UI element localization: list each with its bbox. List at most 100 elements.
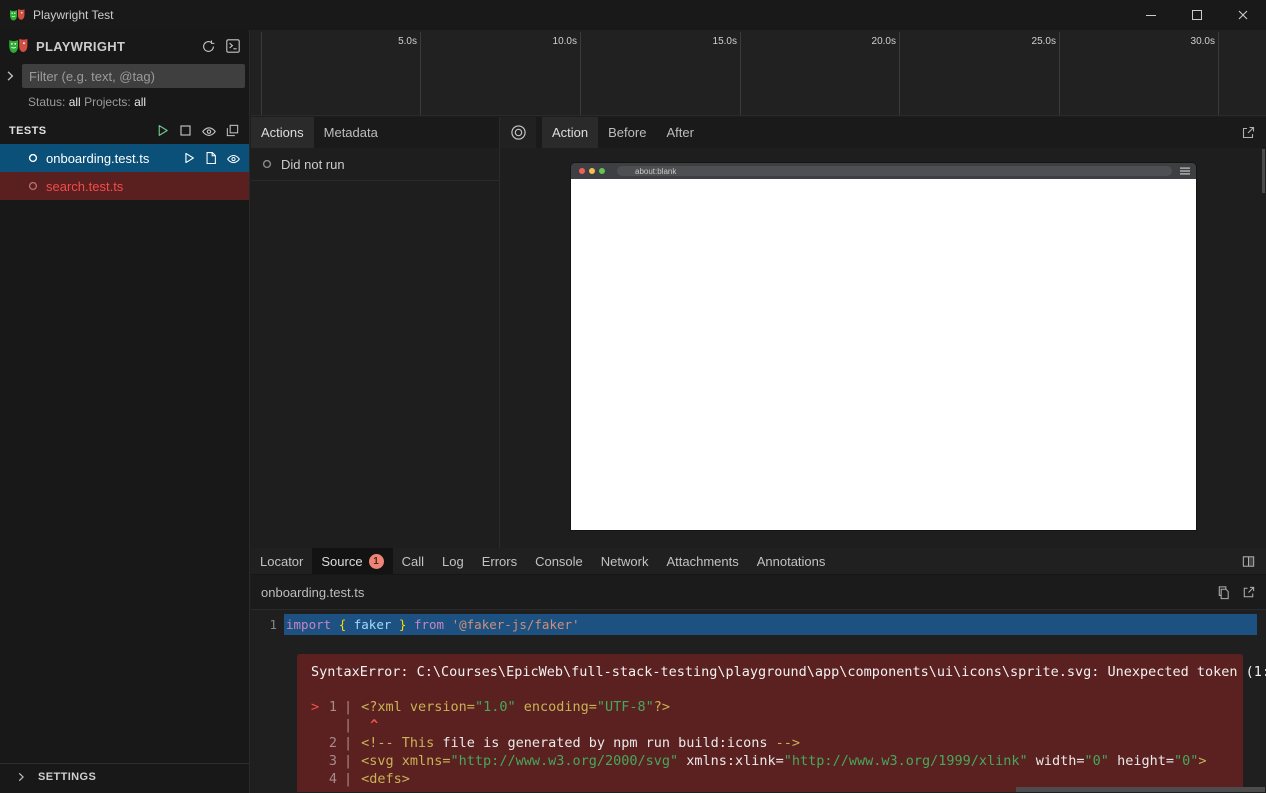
timeline-tick: 20.0s — [836, 36, 896, 47]
status-circle-icon — [28, 153, 38, 163]
error-count-badge: 1 — [369, 554, 384, 569]
sidebar-header: PLAYWRIGHT — [0, 30, 249, 62]
maximize-button[interactable] — [1174, 0, 1220, 30]
source-file-icon[interactable] — [204, 151, 218, 165]
tab-before[interactable]: Before — [598, 117, 656, 148]
target-icon[interactable] — [500, 117, 536, 148]
timeline-tick: 30.0s — [1155, 36, 1215, 47]
source-toolbar: onboarding.test.ts — [251, 575, 1266, 610]
error-squiggly-underline: xxxxxxxxxxxxxxxxxxxxxxxxxxxxxxxxxxxxxxxx — [286, 635, 1266, 644]
run-test-icon[interactable] — [182, 151, 196, 165]
snapshot-viewport: about:blank — [500, 148, 1266, 548]
playwright-trace-window: Playwright Test — [0, 0, 1266, 793]
titlebar: Playwright Test — [0, 0, 1266, 30]
settings-section[interactable]: SETTINGS — [0, 763, 249, 789]
tab-call[interactable]: Call — [393, 548, 433, 574]
stop-icon[interactable] — [178, 123, 193, 138]
code-frame-line: >1<?xml version="1.0" encoding="UTF-8"?> — [311, 698, 1229, 716]
code-frame-caret-line: ^ — [311, 716, 1229, 734]
bottom-tabbar: Locator Source 1 Call Log Errors Console… — [251, 548, 1266, 575]
error-box: SyntaxError: C:\Courses\EpicWeb\full-sta… — [297, 654, 1243, 792]
timeline-tick: 25.0s — [996, 36, 1056, 47]
copy-icon[interactable] — [1216, 585, 1231, 600]
watch-all-icon[interactable] — [201, 123, 217, 139]
close-traffic-light — [579, 168, 585, 174]
tab-action[interactable]: Action — [542, 117, 598, 148]
source-line-1: 1 import { faker } from '@faker-js/faker… — [251, 614, 1266, 635]
timeline-tick: 15.0s — [677, 36, 737, 47]
browser-url: about:blank — [635, 167, 676, 176]
settings-title: SETTINGS — [38, 771, 96, 783]
playwright-logo-icon — [9, 7, 25, 23]
status-circle-icon — [262, 159, 272, 169]
playwright-masks-icon — [8, 36, 28, 56]
test-item-search[interactable]: search.test.ts — [0, 172, 249, 200]
timeline-gridline — [420, 32, 421, 115]
timeline-gridline — [740, 32, 741, 115]
timeline-gridline — [261, 32, 262, 115]
watch-test-icon[interactable] — [226, 151, 241, 166]
error-message: SyntaxError: C:\Courses\EpicWeb\full-sta… — [311, 664, 1229, 680]
browser-chrome: about:blank — [571, 163, 1196, 179]
code-frame-line: 3<svg xmlns="http://www.w3.org/2000/svg"… — [311, 752, 1229, 770]
snapshot-tabbar: Action Before After — [500, 117, 1266, 148]
projects-label: Projects: — [84, 95, 131, 109]
blank-page — [571, 179, 1196, 530]
timeline-tick: 10.0s — [517, 36, 577, 47]
tab-source[interactable]: Source 1 — [312, 548, 392, 574]
close-button[interactable] — [1220, 0, 1266, 30]
address-bar: about:blank — [617, 166, 1172, 176]
projects-value[interactable]: all — [134, 95, 146, 109]
sidebar-title: PLAYWRIGHT — [36, 39, 125, 54]
test-name: search.test.ts — [46, 179, 123, 194]
tab-network[interactable]: Network — [592, 548, 658, 574]
split-view-icon[interactable] — [1241, 548, 1266, 574]
minimize-button[interactable] — [1128, 0, 1174, 30]
actions-pane: Actions Metadata Did not run — [251, 117, 500, 548]
code-frame-line: 2<!-- This file is generated by npm run … — [311, 734, 1229, 752]
timeline-gridline — [899, 32, 900, 115]
code-frame-line: 4<defs> — [311, 770, 1229, 788]
tab-errors[interactable]: Errors — [473, 548, 526, 574]
source-file-name: onboarding.test.ts — [261, 585, 364, 600]
maximize-traffic-light — [599, 168, 605, 174]
tab-annotations[interactable]: Annotations — [748, 548, 835, 574]
tab-locator[interactable]: Locator — [251, 548, 312, 574]
tab-metadata[interactable]: Metadata — [314, 117, 388, 148]
tab-after[interactable]: After — [656, 117, 703, 148]
run-all-icon[interactable] — [155, 123, 170, 138]
chevron-right-icon[interactable] — [2, 68, 18, 84]
tab-attachments[interactable]: Attachments — [657, 548, 747, 574]
filter-input[interactable] — [22, 64, 245, 88]
test-item-onboarding[interactable]: onboarding.test.ts — [0, 144, 249, 172]
highlighted-code-line: import { faker } from '@faker-js/faker' — [284, 614, 1257, 635]
terminal-icon[interactable] — [225, 38, 241, 54]
open-external-icon[interactable] — [1241, 585, 1256, 600]
status-circle-icon — [28, 181, 38, 191]
tab-log[interactable]: Log — [433, 548, 473, 574]
open-external-icon[interactable] — [1240, 117, 1266, 148]
snapshot-scrollbar[interactable] — [1262, 149, 1265, 193]
status-line: Status: all Projects: all — [0, 90, 249, 115]
status-value[interactable]: all — [69, 95, 81, 109]
browser-snapshot: about:blank — [571, 163, 1196, 530]
horizontal-scrollbar[interactable] — [1016, 787, 1265, 792]
window-title: Playwright Test — [33, 8, 113, 22]
sidebar: PLAYWRIGHT — [0, 30, 250, 793]
chevron-right-icon — [14, 770, 28, 784]
timeline-tick: 5.0s — [357, 36, 417, 47]
tests-section-header: TESTS — [0, 117, 249, 144]
refresh-icon[interactable] — [201, 39, 216, 54]
did-not-run-row[interactable]: Did not run — [251, 148, 499, 181]
actions-tabbar: Actions Metadata — [251, 117, 499, 148]
source-code-view[interactable]: 1 import { faker } from '@faker-js/faker… — [251, 610, 1266, 792]
timeline[interactable]: 5.0s 10.0s 15.0s 20.0s 25.0s 30.0s — [251, 30, 1266, 116]
tab-console[interactable]: Console — [526, 548, 592, 574]
empty-message: Did not run — [281, 157, 345, 172]
test-name: onboarding.test.ts — [46, 151, 149, 166]
snapshot-pane: Action Before After — [500, 117, 1266, 548]
tab-actions[interactable]: Actions — [251, 117, 314, 148]
line-number: 1 — [251, 614, 284, 635]
filter-row — [0, 62, 249, 90]
collapse-all-icon[interactable] — [225, 123, 240, 138]
